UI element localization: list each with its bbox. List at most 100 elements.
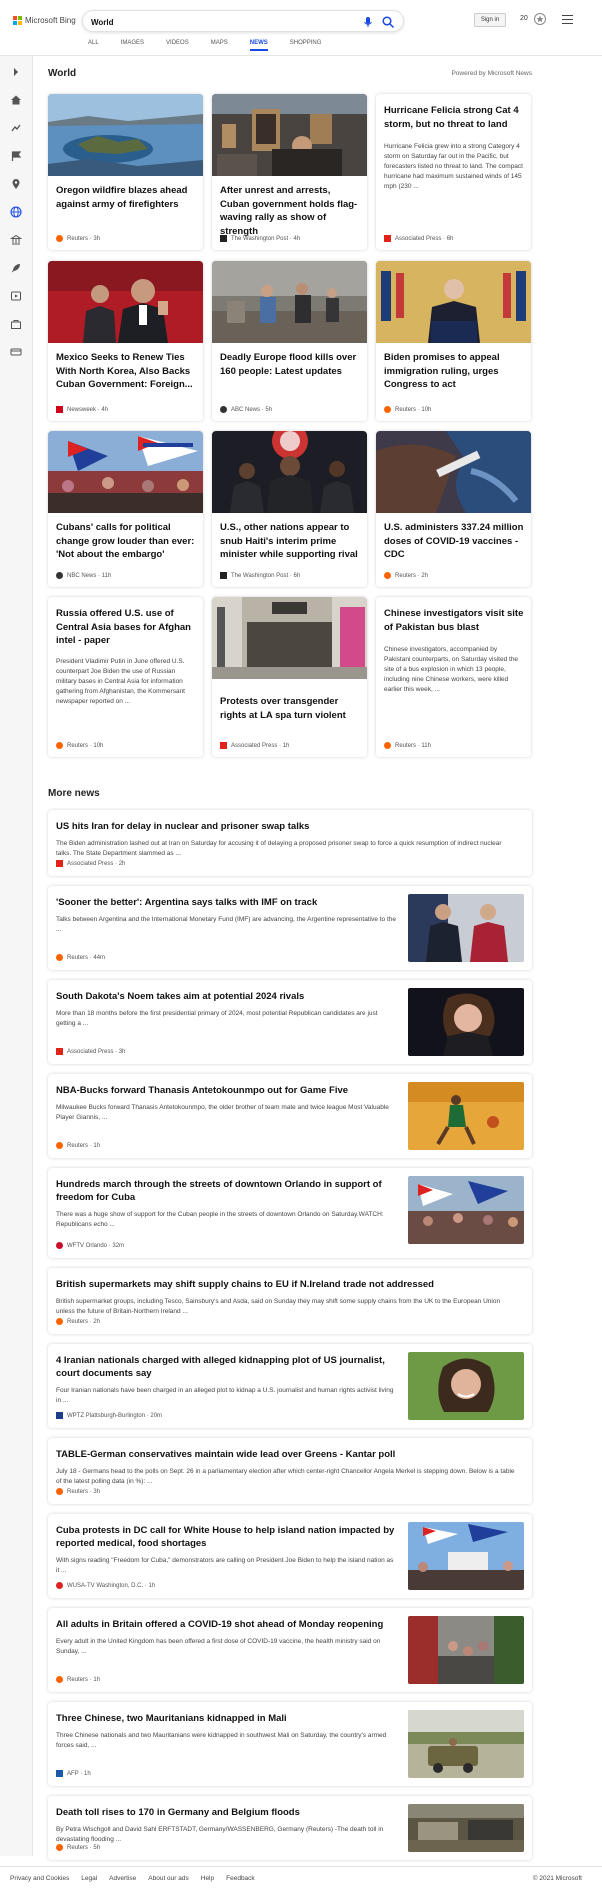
card-snippet: Chinese investigators, accompanied by Pa… (384, 646, 519, 693)
card-title[interactable]: Mexico Seeks to Renew Ties With North Ko… (56, 351, 196, 392)
news-title[interactable]: Hundreds march through the streets of do… (56, 1178, 401, 1204)
news-title[interactable]: British supermarkets may shift supply ch… (56, 1278, 516, 1291)
news-title[interactable]: 4 Iranian nationals charged with alleged… (56, 1354, 401, 1380)
news-card[interactable]: Mexico Seeks to Renew Ties With North Ko… (48, 261, 203, 421)
card-image (376, 261, 531, 343)
news-list-item[interactable]: All adults in Britain offered a COVID-19… (48, 1608, 532, 1692)
news-card[interactable]: U.S. administers 337.24 million doses of… (376, 431, 531, 587)
news-title[interactable]: 'Sooner the better': Argentina says talk… (56, 896, 396, 909)
source-age: 3h (93, 235, 101, 242)
card-title[interactable]: Oregon wildfire blazes ahead against arm… (56, 184, 196, 211)
wusa-logo-icon (56, 1582, 63, 1589)
card-title[interactable]: Protests over transgender rights at LA s… (220, 695, 360, 722)
card-title[interactable]: Deadly Europe flood kills over 160 peopl… (220, 351, 360, 378)
science-rocket-icon[interactable] (10, 262, 22, 274)
news-list-item[interactable]: South Dakota's Noem takes aim at potenti… (48, 980, 532, 1064)
entertainment-icon[interactable] (10, 290, 22, 302)
footer-link-about-ads[interactable]: About our ads (148, 1875, 188, 1882)
footer-link-help[interactable]: Help (201, 1875, 214, 1882)
tab-images[interactable]: IMAGES (121, 40, 144, 51)
news-list-item[interactable]: NBA-Bucks forward Thanasis Antetokounmpo… (48, 1074, 532, 1158)
card-title[interactable]: Biden promises to appeal immigration rul… (384, 351, 524, 392)
source-name: The Washington Post (231, 572, 289, 579)
search-input[interactable] (91, 15, 351, 29)
news-card[interactable]: Hurricane Felicia strong Cat 4 storm, bu… (376, 94, 531, 250)
news-card[interactable]: After unrest and arrests, Cuban governme… (212, 94, 367, 250)
news-list-item[interactable]: Death toll rises to 170 in Germany and B… (48, 1796, 532, 1860)
news-list-item[interactable]: 'Sooner the better': Argentina says talk… (48, 886, 532, 970)
money-icon[interactable] (10, 346, 22, 358)
footer-link-feedback[interactable]: Feedback (226, 1875, 255, 1882)
tab-news[interactable]: NEWS (249, 40, 268, 51)
news-card[interactable]: U.S., other nations appear to snub Haiti… (212, 431, 367, 587)
card-title[interactable]: Chinese investigators visit site of Paki… (384, 607, 524, 634)
location-pin-icon[interactable] (10, 178, 22, 190)
news-title[interactable]: NBA-Bucks forward Thanasis Antetokounmpo… (56, 1084, 396, 1097)
news-list-item[interactable]: US hits Iran for delay in nuclear and pr… (48, 810, 532, 876)
news-list-item[interactable]: 4 Iranian nationals charged with alleged… (48, 1344, 532, 1428)
news-list-item[interactable]: Hundreds march through the streets of do… (48, 1168, 532, 1258)
news-card[interactable]: Protests over transgender rights at LA s… (212, 597, 367, 757)
news-title[interactable]: Three Chinese, two Mauritanians kidnappe… (56, 1712, 401, 1725)
news-source: WFTV Orlando · 32m (56, 1242, 124, 1249)
source-age: 1h (148, 1582, 156, 1589)
card-title[interactable]: Hurricane Felicia strong Cat 4 storm, bu… (384, 104, 524, 131)
news-title[interactable]: South Dakota's Noem takes aim at potenti… (56, 990, 396, 1003)
tab-videos[interactable]: VIDEOS (166, 40, 189, 51)
tab-maps[interactable]: MAPS (211, 40, 228, 51)
globe-icon[interactable] (10, 206, 22, 218)
news-card[interactable]: Oregon wildfire blazes ahead against arm… (48, 94, 203, 250)
business-icon[interactable] (10, 318, 22, 330)
news-source: Reuters · 5h (56, 1844, 100, 1851)
news-title[interactable]: US hits Iran for delay in nuclear and pr… (56, 820, 516, 833)
hamburger-menu-icon[interactable] (562, 15, 573, 24)
microphone-icon[interactable] (361, 15, 375, 29)
search-icon[interactable] (381, 15, 395, 29)
source-age: 5h (93, 1844, 101, 1851)
news-list-item[interactable]: TABLE-German conservatives maintain wide… (48, 1438, 532, 1504)
card-title[interactable]: U.S. administers 337.24 million doses of… (384, 521, 524, 562)
news-card[interactable]: Biden promises to appeal immigration rul… (376, 261, 531, 421)
news-source: Reuters · 3h (56, 1488, 100, 1495)
news-title[interactable]: Death toll rises to 170 in Germany and B… (56, 1806, 401, 1819)
news-list-item[interactable]: Cuba protests in DC call for White House… (48, 1514, 532, 1598)
news-list-item[interactable]: Three Chinese, two Mauritanians kidnappe… (48, 1702, 532, 1786)
news-card[interactable]: Chinese investigators visit site of Paki… (376, 597, 531, 757)
card-source: Reuters · 3h (56, 235, 100, 242)
card-title[interactable]: Russia offered U.S. use of Central Asia … (56, 607, 196, 648)
footer-link-privacy[interactable]: Privacy and Cookies (10, 1875, 69, 1882)
trending-icon[interactable] (10, 122, 22, 134)
rewards-points[interactable]: 20 (520, 15, 528, 22)
news-card[interactable]: Cubans' calls for political change grow … (48, 431, 203, 587)
home-icon[interactable] (10, 94, 22, 106)
footer-link-advertise[interactable]: Advertise (109, 1875, 136, 1882)
source-age: 6h (293, 572, 301, 579)
rewards-icon[interactable] (533, 12, 547, 26)
powered-by-text[interactable]: Powered by Microsoft News (451, 70, 532, 77)
tab-shopping[interactable]: SHOPPING (290, 40, 322, 51)
expand-arrow-icon[interactable] (10, 66, 22, 78)
footer-link-legal[interactable]: Legal (81, 1875, 97, 1882)
news-snippet: With signs reading "Freedom for Cuba," d… (56, 1557, 394, 1574)
sign-in-button[interactable]: Sign in (474, 13, 506, 27)
news-card[interactable]: Russia offered U.S. use of Central Asia … (48, 597, 203, 757)
ap-logo-icon (56, 1048, 63, 1055)
card-title[interactable]: After unrest and arrests, Cuban governme… (220, 184, 360, 238)
card-title[interactable]: U.S., other nations appear to snub Haiti… (220, 521, 360, 562)
news-card[interactable]: Deadly Europe flood kills over 160 peopl… (212, 261, 367, 421)
card-title[interactable]: Cubans' calls for political change grow … (56, 521, 196, 562)
news-snippet: More than 18 months before the first pre… (56, 1010, 378, 1027)
reuters-logo-icon (56, 1676, 63, 1683)
tab-all[interactable]: ALL (88, 40, 99, 51)
news-title[interactable]: All adults in Britain offered a COVID-19… (56, 1618, 401, 1631)
news-title[interactable]: Cuba protests in DC call for White House… (56, 1524, 401, 1550)
news-list-item[interactable]: British supermarkets may shift supply ch… (48, 1268, 532, 1334)
flag-icon[interactable] (10, 150, 22, 162)
bing-logo[interactable]: Microsoft Bing (13, 16, 76, 25)
search-box[interactable] (82, 10, 404, 32)
source-name: WUSA-TV Washington, D.C. (67, 1582, 144, 1589)
news-title[interactable]: TABLE-German conservatives maintain wide… (56, 1448, 516, 1461)
news-source: Reuters · 1h (56, 1676, 100, 1683)
politics-icon[interactable] (10, 234, 22, 246)
header: Microsoft Bing Sign in 20 ALL IMAGES VID… (0, 0, 602, 56)
